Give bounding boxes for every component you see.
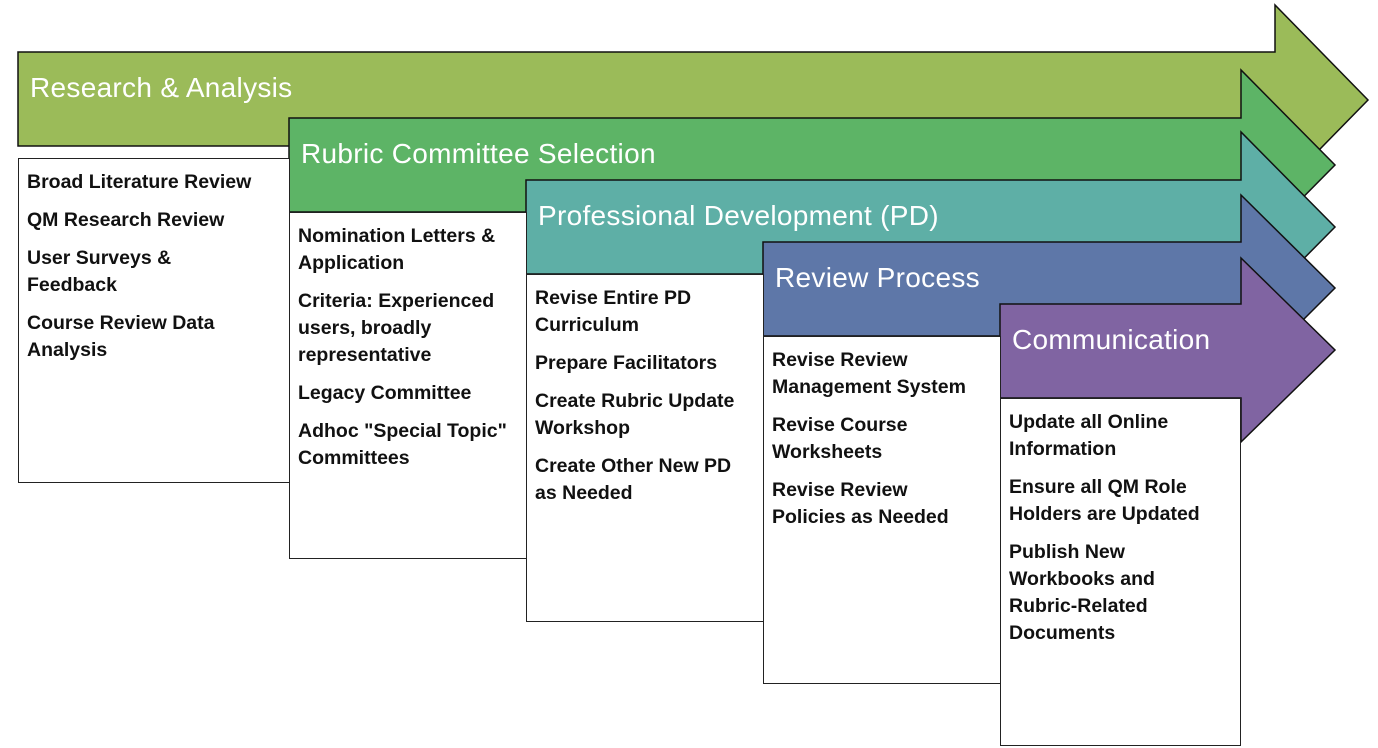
list-item: Revise Review Policies as Needed (772, 479, 949, 528)
stage-title-review-process: Review Process (775, 262, 980, 293)
stage-box-review-process: Revise Review Management System Revise C… (763, 336, 1001, 684)
stage-box-rubric-committee: Nomination Letters & Application Criteri… (289, 212, 527, 559)
stage-title-communication: Communication (1012, 324, 1211, 355)
list-item: Create Other New PD as Needed (535, 455, 732, 504)
list-item: Adhoc "Special Topic" Committees (298, 420, 507, 469)
list-item: QM Research Review (27, 209, 225, 231)
list-item: Prepare Facilitators (535, 352, 718, 374)
stage-title-rubric-committee: Rubric Committee Selection (301, 138, 656, 169)
stage-box-research-analysis: Broad Literature Review QM Research Revi… (18, 158, 290, 483)
stage-box-communication: Update all Online Information Ensure all… (1000, 398, 1241, 746)
list-item: Update all Online Information (1009, 411, 1169, 460)
stage-box-professional-development: Revise Entire PD Curriculum Prepare Faci… (526, 274, 764, 622)
list-item: Broad Literature Review (27, 171, 252, 193)
list-item: Criteria: Experienced users, broadly rep… (298, 290, 495, 366)
list-item: Create Rubric Update Workshop (535, 390, 735, 439)
list-item: Nomination Letters & Application (298, 225, 496, 274)
list-item: Revise Course Worksheets (772, 414, 908, 463)
list-item: User Surveys & Feedback (27, 247, 172, 296)
stage-title-professional-development: Professional Development (PD) (538, 200, 939, 231)
list-item: Revise Review Management System (772, 349, 966, 398)
list-item: Ensure all QM Role Holders are Updated (1009, 476, 1200, 525)
stage-title-research-analysis: Research & Analysis (30, 72, 293, 103)
list-item: Course Review Data Analysis (27, 312, 215, 361)
list-item: Revise Entire PD Curriculum (535, 287, 692, 336)
list-item: Publish New Workbooks and Rubric-Related… (1009, 541, 1155, 644)
list-item: Legacy Committee (298, 382, 472, 404)
